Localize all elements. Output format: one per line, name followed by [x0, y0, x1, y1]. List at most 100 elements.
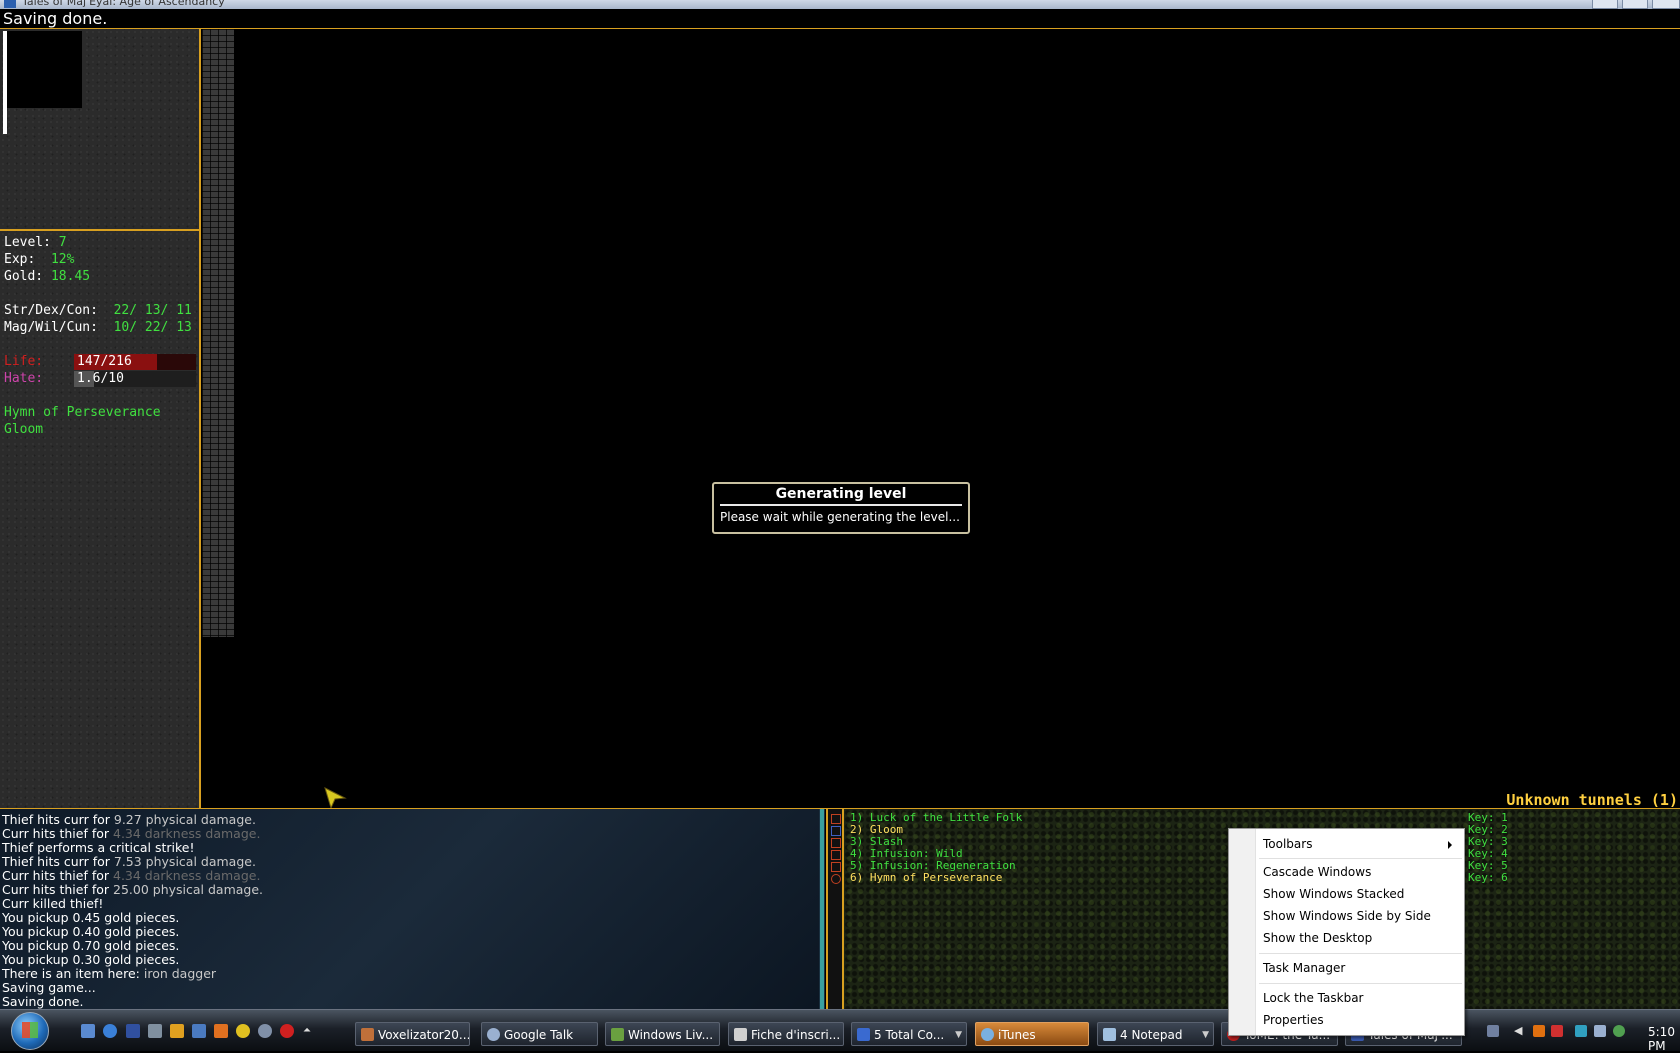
taskbar-context-menu: Toolbars Cascade Windows Show Windows St…: [1228, 828, 1465, 1036]
gold-value: 18.45: [50, 269, 91, 284]
tray-app-icon[interactable]: [1533, 1025, 1545, 1037]
talent-icon[interactable]: [831, 862, 841, 872]
submenu-arrow-icon: [1448, 841, 1452, 849]
talent-icon[interactable]: [831, 814, 841, 824]
taskbar-button-fiche[interactable]: Fiche d'inscri...: [728, 1022, 844, 1046]
str-dex-con-label: Str/Dex/Con:: [4, 303, 98, 318]
itunes-icon: [981, 1028, 994, 1041]
hate-value: 1.6/10: [77, 371, 124, 386]
menu-item-lock-the-taskbar[interactable]: Lock the Taskbar: [1263, 991, 1364, 1005]
menu-item-task-manager[interactable]: Task Manager: [1263, 961, 1345, 975]
talent-icon[interactable]: [831, 874, 841, 884]
message-log[interactable]: Thief hits curr for 9.27 physical damage…: [0, 809, 819, 1009]
taskbar-button-itunes[interactable]: iTunes: [975, 1022, 1089, 1046]
talent-icon[interactable]: [831, 826, 841, 836]
log-line: You pickup 0.70 gold pieces.: [2, 938, 180, 953]
menu-separator: [1259, 953, 1462, 955]
menu-item-toolbars[interactable]: Toolbars: [1263, 837, 1312, 851]
menu-separator: [1259, 983, 1462, 985]
maximize-button[interactable]: [1622, 0, 1648, 9]
exp-row: Exp: 12%: [4, 252, 74, 267]
talent-icon[interactable]: [831, 838, 841, 848]
group-dropdown-icon[interactable]: ▼: [955, 1023, 962, 1045]
menu-item-show-the-desktop[interactable]: Show the Desktop: [1263, 931, 1372, 945]
taskbar-button-total-commander[interactable]: 5 Total Co... ▼: [851, 1022, 967, 1046]
log-line: Curr hits thief for 4.34 darkness damage…: [2, 868, 261, 883]
level-value: 7: [58, 235, 67, 250]
hate-bar: 1.6/10: [74, 371, 196, 387]
network-icon[interactable]: [1575, 1025, 1587, 1037]
minimize-button[interactable]: [1592, 0, 1618, 9]
menu-gutter: [1229, 829, 1256, 1035]
hotkey-hymn-of-perseverance[interactable]: 6) Hymn of Perseverance: [850, 871, 1002, 884]
log-line: Thief performs a critical strike!: [2, 840, 195, 855]
show-hidden-icons-chevron-icon[interactable]: ◀: [1514, 1025, 1526, 1037]
life-label: Life:: [4, 354, 44, 369]
quick-launch-expand-icon[interactable]: ⏶: [303, 1024, 317, 1038]
log-scrollbar[interactable]: [819, 809, 825, 1009]
str-dex-con-value: 22/ 13/ 11: [113, 303, 192, 318]
notepad-icon: [1103, 1028, 1116, 1041]
firefox-icon[interactable]: [214, 1024, 228, 1038]
media-player-icon[interactable]: [170, 1024, 184, 1038]
generating-level-dialog: Generating level Please wait while gener…: [712, 482, 970, 534]
menu-item-show-windows-side-by-side[interactable]: Show Windows Side by Side: [1263, 909, 1431, 923]
dialog-message: Please wait while generating the level..…: [720, 510, 960, 524]
log-line: You pickup 0.40 gold pieces.: [2, 924, 180, 939]
dialog-divider: [720, 504, 962, 506]
hotkey-key: Key: 6: [1468, 871, 1508, 884]
dungeon-wall: [202, 29, 234, 637]
volume-icon[interactable]: [1594, 1025, 1606, 1037]
window-title-bar[interactable]: Tales of Maj'Eyal: Age of Ascendancy: [0, 0, 1680, 9]
menu-separator: [1259, 858, 1462, 860]
menu-item-cascade-windows[interactable]: Cascade Windows: [1263, 865, 1371, 879]
opera-icon[interactable]: [280, 1024, 294, 1038]
close-button[interactable]: [1652, 0, 1680, 9]
taskbar-button-google-talk[interactable]: Google Talk: [481, 1022, 598, 1046]
log-line: Curr hits thief for 25.00 physical damag…: [2, 882, 264, 897]
life-bar: 147/216: [74, 354, 196, 370]
top-status-message: Saving done.: [0, 9, 1680, 28]
tray-app-icon[interactable]: [1551, 1025, 1563, 1037]
log-line: Curr killed thief!: [2, 896, 104, 911]
hotkey-icon-strip[interactable]: [828, 809, 842, 1009]
game-map[interactable]: [201, 29, 1680, 808]
window-switcher-icon[interactable]: [192, 1024, 206, 1038]
keyboard-icon[interactable]: [1487, 1025, 1499, 1037]
tray-app-icon[interactable]: [1613, 1025, 1625, 1037]
gold-label: Gold:: [4, 269, 44, 284]
log-line: There is an item here: iron dagger: [2, 966, 217, 981]
taskbar-button-notepad[interactable]: 4 Notepad ▼: [1097, 1022, 1214, 1046]
group-dropdown-icon[interactable]: ▼: [1202, 1023, 1209, 1045]
taskbar-button-voxelizator[interactable]: Voxelizator20...: [355, 1022, 470, 1046]
app-icon[interactable]: [258, 1024, 272, 1038]
talent-icon[interactable]: [831, 850, 841, 860]
google-talk-icon: [487, 1028, 500, 1041]
log-line: Saving done.: [2, 994, 84, 1009]
life-value: 147/216: [77, 354, 132, 369]
log-line: You pickup 0.30 gold pieces.: [2, 952, 180, 967]
minimap[interactable]: [0, 29, 201, 231]
chrome-icon[interactable]: [236, 1024, 250, 1038]
log-line: Thief hits curr for 9.27 physical damage…: [2, 812, 256, 827]
taskbar-button-windows-live[interactable]: Windows Liv...: [605, 1022, 720, 1046]
effect-gloom: Gloom: [4, 422, 44, 437]
log-line: Thief hits curr for 7.53 physical damage…: [2, 854, 256, 869]
effect-hymn: Hymn of Perseverance: [4, 405, 161, 420]
minimap-explored: [3, 31, 82, 108]
show-desktop-icon[interactable]: [81, 1024, 95, 1038]
floppy-icon: [857, 1028, 870, 1041]
start-button[interactable]: [11, 1012, 49, 1050]
save-icon[interactable]: [126, 1024, 140, 1038]
window-title: Tales of Maj'Eyal: Age of Ascendancy: [22, 0, 225, 8]
zone-name: Unknown tunnels (1): [1506, 791, 1678, 809]
mag-wil-cun-row: Mag/Wil/Cun: 10/ 22/ 13: [4, 320, 192, 335]
internet-explorer-icon[interactable]: [103, 1024, 117, 1038]
menu-item-show-windows-stacked[interactable]: Show Windows Stacked: [1263, 887, 1404, 901]
app-icon[interactable]: [148, 1024, 162, 1038]
menu-item-properties[interactable]: Properties: [1263, 1013, 1324, 1027]
app-icon: [361, 1028, 374, 1041]
clock[interactable]: 5:10 PM: [1648, 1025, 1680, 1053]
windows-live-icon: [611, 1028, 624, 1041]
log-scrollbar-thumb[interactable]: [820, 809, 824, 1009]
